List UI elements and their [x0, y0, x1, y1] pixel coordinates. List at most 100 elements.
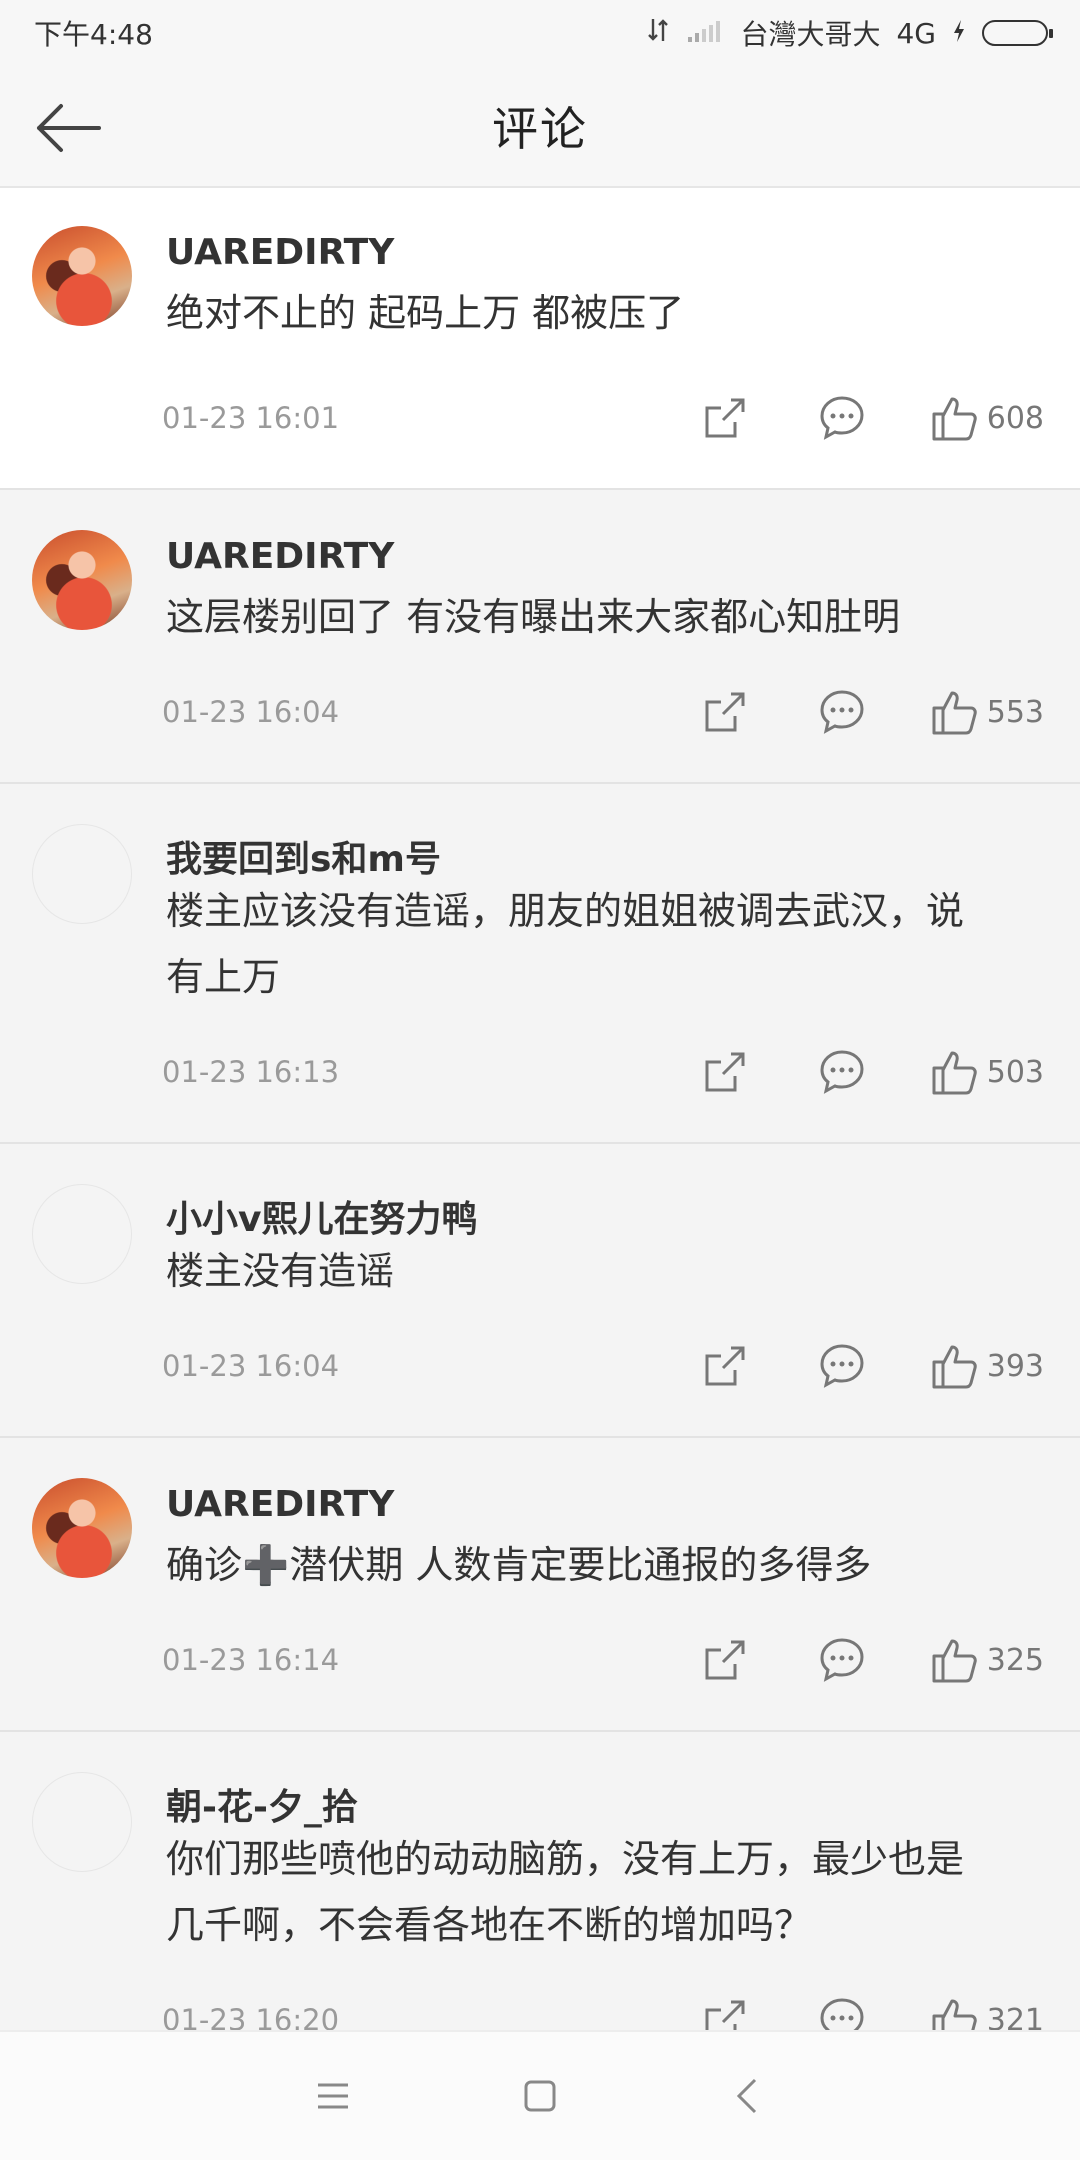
data-transfer-icon — [646, 17, 670, 50]
comment-text-line: 楼主应该没有造谣，朋友的姐姐被调去武汉，说 — [166, 889, 965, 933]
share-button[interactable] — [703, 1998, 747, 2030]
comment-username[interactable]: UAREDIRTY — [166, 232, 394, 273]
comment-text-line: 有上万 — [166, 955, 281, 999]
comment-meta: 01-23 16:04 553 — [162, 688, 1044, 736]
thumbs-up-icon — [932, 1345, 977, 1389]
comment-username[interactable]: 我要回到s和m号 — [166, 830, 441, 882]
thumbs-up-icon — [932, 691, 977, 735]
comment-text: 楼主应该没有造谣，朋友的姐姐被调去武汉，说 有上万 — [166, 878, 1026, 1010]
comment-username[interactable]: UAREDIRTY — [166, 536, 394, 577]
comment-text: 你们那些喷他的动动脑筋，没有上万，最少也是 几千啊，不会看各地在不断的增加吗？ — [166, 1826, 1026, 1958]
system-nav-bar — [0, 2030, 1080, 2160]
home-button[interactable] — [510, 2066, 570, 2126]
share-icon — [705, 1052, 745, 1092]
comment-meta: 01-23 16:01 608 — [162, 394, 1044, 442]
share-button[interactable] — [703, 396, 747, 440]
comment-text: 这层楼别回了 有没有曝出来大家都心知肚明 — [166, 584, 1026, 650]
like-count: 325 — [986, 1642, 1044, 1678]
comment-text: 确诊➕潜伏期 人数肯定要比通报的多得多 — [166, 1532, 1026, 1598]
share-icon — [705, 692, 745, 732]
comment-item: UAREDIRTY 绝对不止的 起码上万 都被压了 01-23 16:01 60… — [0, 188, 1080, 490]
comment-bubble-icon — [820, 1050, 864, 1094]
comment-timestamp: 01-23 16:20 — [162, 2003, 340, 2030]
app-header: 评论 — [0, 66, 1080, 188]
comment-bubble-icon — [820, 1998, 864, 2030]
page-title: 评论 — [492, 102, 588, 156]
comment-meta: 01-23 16:13 503 — [162, 1048, 1044, 1096]
thumbs-up-icon — [932, 1639, 977, 1683]
comment-username[interactable]: UAREDIRTY — [166, 1484, 394, 1525]
comment-bubble-icon — [820, 690, 864, 734]
comment-timestamp: 01-23 16:01 — [162, 401, 340, 435]
back-button[interactable] — [32, 94, 104, 162]
avatar[interactable] — [32, 824, 132, 924]
avatar[interactable] — [32, 530, 132, 630]
comment-meta: 01-23 16:04 393 — [162, 1342, 1044, 1390]
share-icon — [705, 398, 745, 438]
comment-meta: 01-23 16:14 325 — [162, 1636, 1044, 1684]
reply-button[interactable] — [819, 1343, 865, 1389]
comment-item: 我要回到s和m号 楼主应该没有造谣，朋友的姐姐被调去武汉，说 有上万 01-23… — [0, 784, 1080, 1144]
comment-text-line: 这层楼别回了 有没有曝出来大家都心知肚明 — [166, 595, 901, 639]
comment-bubble-icon — [820, 1344, 864, 1388]
reply-button[interactable] — [819, 689, 865, 735]
like-count: 321 — [986, 2002, 1044, 2031]
comment-list: UAREDIRTY 绝对不止的 起码上万 都被压了 01-23 16:01 60… — [0, 188, 1080, 2030]
comment-item: 小小v熙儿在努力鸭 楼主没有造谣 01-23 16:04 393 — [0, 1144, 1080, 1438]
share-button[interactable] — [703, 1344, 747, 1388]
avatar[interactable] — [32, 1772, 132, 1872]
thumbs-up-icon — [932, 1051, 977, 1095]
share-icon — [705, 2000, 745, 2030]
comment-timestamp: 01-23 16:04 — [162, 695, 340, 729]
status-indicators: 台灣大哥大 4G — [646, 13, 1053, 53]
comment-text-line: 几千啊，不会看各地在不断的增加吗？ — [166, 1903, 813, 1947]
comment-text-line: 绝对不止的 起码上万 都被压了 — [166, 291, 685, 335]
comment-username[interactable]: 朝-花-夕_拾 — [166, 1778, 358, 1830]
avatar[interactable] — [32, 1478, 132, 1578]
like-count: 553 — [986, 694, 1044, 730]
reply-button[interactable] — [819, 1997, 865, 2030]
comment-item: UAREDIRTY 这层楼别回了 有没有曝出来大家都心知肚明 01-23 16:… — [0, 490, 1080, 784]
nav-back-button[interactable] — [717, 2066, 777, 2126]
back-arrow-icon — [37, 104, 101, 152]
share-icon — [705, 1640, 745, 1680]
reply-button[interactable] — [819, 395, 865, 441]
status-time: 下午4:48 — [34, 18, 153, 51]
network-type: 4G — [896, 16, 936, 50]
avatar[interactable] — [32, 226, 132, 326]
share-button[interactable] — [703, 1638, 747, 1682]
like-button[interactable]: 393 — [931, 1342, 1044, 1390]
carrier-name: 台灣大哥大 — [740, 18, 881, 51]
like-button[interactable]: 325 — [931, 1636, 1044, 1684]
like-count: 393 — [986, 1348, 1044, 1384]
comment-timestamp: 01-23 16:14 — [162, 1643, 340, 1677]
thumbs-up-icon — [932, 397, 977, 441]
avatar[interactable] — [32, 1184, 132, 1284]
comment-timestamp: 01-23 16:13 — [162, 1055, 340, 1089]
comment-text: 绝对不止的 起码上万 都被压了 — [166, 280, 1026, 346]
share-button[interactable] — [703, 1050, 747, 1094]
like-button[interactable]: 503 — [931, 1048, 1044, 1096]
comment-item: 朝-花-夕_拾 你们那些喷他的动动脑筋，没有上万，最少也是 几千啊，不会看各地在… — [0, 1732, 1080, 2030]
like-button[interactable]: 608 — [931, 394, 1044, 442]
back-chevron-icon — [736, 2078, 756, 2114]
like-button[interactable]: 553 — [931, 688, 1044, 736]
home-square-icon — [524, 2080, 556, 2112]
reply-button[interactable] — [819, 1049, 865, 1095]
comment-text: 楼主没有造谣 — [166, 1238, 1026, 1304]
comment-username[interactable]: 小小v熙儿在努力鸭 — [166, 1190, 477, 1242]
reply-button[interactable] — [819, 1637, 865, 1683]
like-count: 503 — [986, 1054, 1044, 1090]
signal-icon — [686, 17, 724, 50]
share-button[interactable] — [703, 690, 747, 734]
comment-bubble-icon — [820, 1638, 864, 1682]
comment-text-line: 你们那些喷他的动动脑筋，没有上万，最少也是 — [166, 1837, 965, 1881]
menu-icon — [318, 2083, 349, 2109]
like-button[interactable]: 321 — [931, 1996, 1044, 2030]
thumbs-up-icon — [932, 1999, 977, 2030]
charging-icon — [952, 17, 966, 50]
share-icon — [705, 1346, 745, 1386]
comment-bubble-icon — [820, 396, 864, 440]
comment-text-line: 楼主没有造谣 — [166, 1249, 395, 1293]
menu-button[interactable] — [303, 2066, 363, 2126]
